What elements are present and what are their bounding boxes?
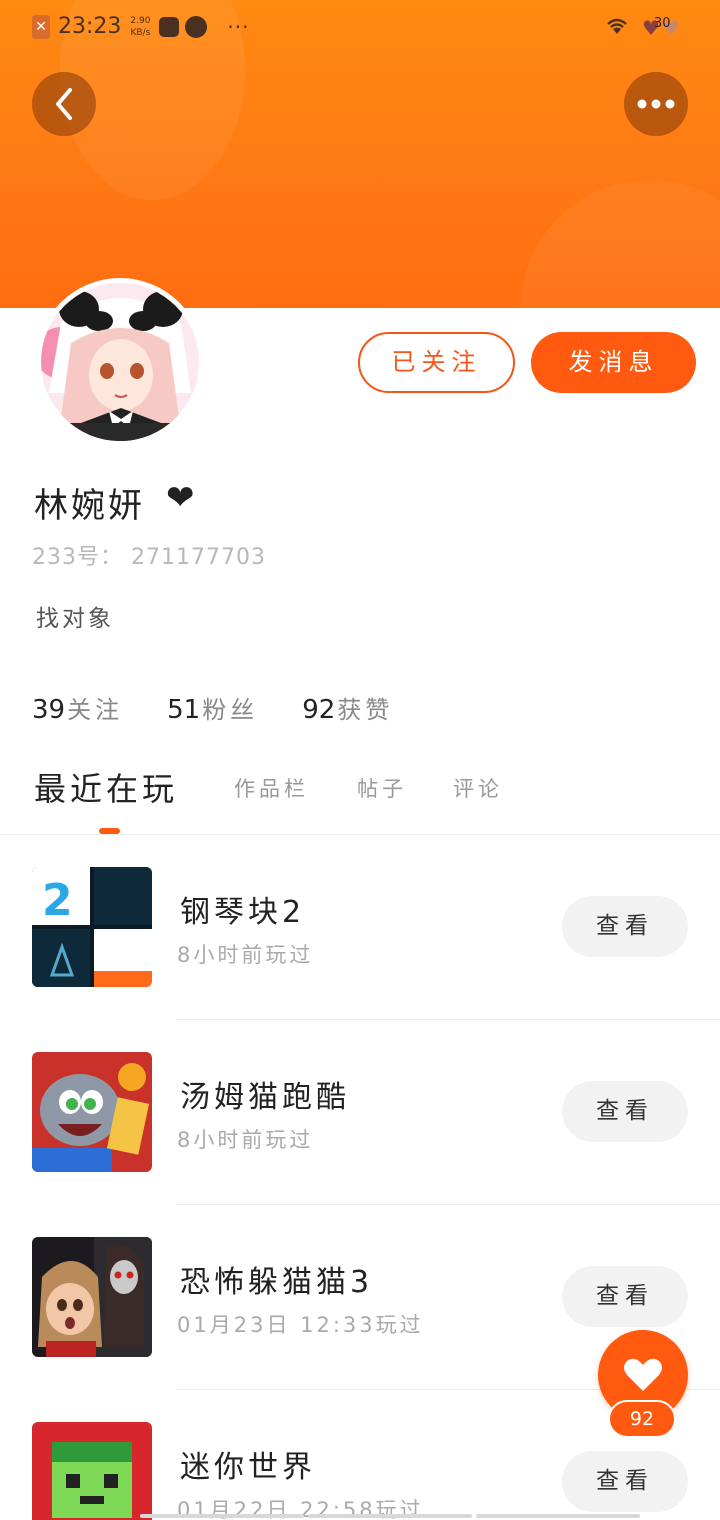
wifi-icon <box>607 18 627 34</box>
user-id: 233号： 271177703 <box>32 545 266 570</box>
banner-decoration <box>520 180 720 308</box>
svg-text:2: 2 <box>42 875 73 926</box>
game-last-played: 8小时前玩过 <box>177 1128 314 1152</box>
profile-stats: 39关注 51粉丝 92获赞 <box>32 690 393 725</box>
more-notifications-icon: ··· <box>227 14 250 39</box>
stat-label: 关注 <box>67 696 124 724</box>
status-time: 23:23 <box>58 14 122 39</box>
stat-number: 92 <box>302 695 336 725</box>
profile-tabs: 最近在玩 作品栏 帖子 评论 <box>0 760 720 835</box>
shopping-app-icon <box>159 16 180 37</box>
horror-hide-and-seek-icon <box>32 1237 152 1357</box>
game-title: 汤姆猫跑酷 <box>180 1080 350 1115</box>
talking-tom-gold-run-icon <box>32 1052 152 1172</box>
game-last-played: 01月23日 12:33玩过 <box>177 1313 424 1337</box>
view-game-button[interactable]: 查看 <box>562 1081 688 1142</box>
stat-number: 51 <box>167 695 201 725</box>
mini-world-game-icon <box>32 1422 152 1520</box>
tab-posts[interactable]: 帖子 <box>357 760 407 818</box>
network-speed: 2.90 KB/s <box>130 15 151 38</box>
ellipsis-icon <box>637 99 675 109</box>
tab-recently-played[interactable]: 最近在玩 <box>34 760 178 818</box>
game-list-item[interactable]: 汤姆猫跑酷 8小时前玩过 查看 <box>0 1020 720 1205</box>
game-title: 迷你世界 <box>180 1450 316 1485</box>
tab-comments[interactable]: 评论 <box>453 760 503 818</box>
profile-name: 林婉妍 <box>34 486 145 526</box>
app-notification-icon <box>185 15 208 38</box>
game-title: 钢琴块2 <box>180 895 306 930</box>
anime-girl-avatar-image <box>41 283 199 441</box>
status-bar: ✕ 23:23 2.90 KB/s ··· ♥ ♥ 30 <box>0 0 720 56</box>
chevron-left-icon <box>56 88 72 120</box>
stat-label: 粉丝 <box>202 696 259 724</box>
back-button[interactable] <box>32 72 96 136</box>
heart-icon: ❤ <box>166 478 195 518</box>
stat-label: 获赞 <box>337 696 394 724</box>
like-count-badge: 92 <box>608 1400 676 1438</box>
view-game-button[interactable]: 查看 <box>562 896 688 957</box>
home-indicator <box>140 1514 640 1518</box>
more-options-button[interactable] <box>624 72 688 136</box>
send-message-button[interactable]: 发消息 <box>531 332 696 393</box>
battery-icon: ♥ ♥ 30 <box>642 16 680 40</box>
heart-icon <box>624 1358 662 1391</box>
game-list-item[interactable]: 2 钢琴块2 8小时前玩过 查看 <box>0 835 720 1020</box>
piano-tiles-game-icon: 2 <box>32 867 152 987</box>
stat-following[interactable]: 39关注 <box>32 690 123 725</box>
stat-likes[interactable]: 92获赞 <box>302 690 393 725</box>
stat-fans[interactable]: 51粉丝 <box>167 690 258 725</box>
stat-number: 39 <box>32 695 66 725</box>
battery-level: 30 <box>654 16 671 31</box>
view-game-button[interactable]: 查看 <box>562 1266 688 1327</box>
following-button[interactable]: 已关注 <box>358 332 515 393</box>
profile-bio: 找对象 <box>36 606 114 632</box>
tab-works[interactable]: 作品栏 <box>234 760 309 818</box>
view-game-button[interactable]: 查看 <box>562 1451 688 1512</box>
game-title: 恐怖躲猫猫3 <box>180 1265 374 1300</box>
game-last-played: 8小时前玩过 <box>177 943 314 967</box>
avatar[interactable] <box>36 278 204 446</box>
active-tab-indicator <box>99 828 120 834</box>
notification-icon: ✕ <box>32 14 50 39</box>
